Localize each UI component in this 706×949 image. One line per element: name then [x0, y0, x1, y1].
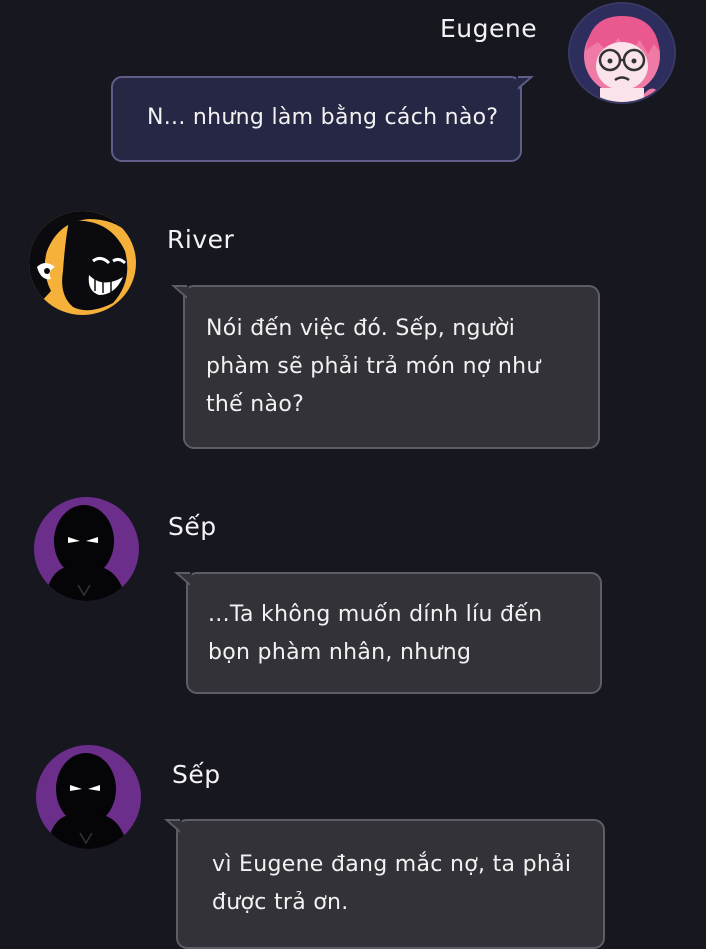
river-avatar-icon: [29, 211, 136, 315]
message-bubble: Nói đến việc đó. Sếp, người phàm sẽ phải…: [171, 285, 600, 449]
message-bubble: ...Ta không muốn dính líu đến bọn phàm n…: [174, 572, 602, 694]
sep-avatar-icon: [34, 497, 139, 601]
sender-name: Sếp: [172, 760, 221, 789]
message-bubble: vì Eugene đang mắc nợ, ta phải được trả …: [164, 819, 605, 949]
message-text: Nói đến việc đó. Sếp, người phàm sẽ phải…: [206, 316, 541, 417]
message-text: N... nhưng làm bằng cách nào?: [147, 105, 499, 130]
sender-name: Sếp: [168, 512, 217, 541]
sender-name: Eugene: [440, 14, 538, 43]
message-text: vì Eugene đang mắc nợ, ta phải được trả …: [212, 852, 572, 915]
message-bubble: N... nhưng làm bằng cách nào?: [111, 76, 534, 162]
sep-avatar-icon: [36, 745, 141, 849]
message-text: ...Ta không muốn dính líu đến bọn phàm n…: [208, 602, 543, 665]
eugene-avatar-icon: [568, 2, 676, 104]
sender-name: River: [167, 225, 235, 254]
